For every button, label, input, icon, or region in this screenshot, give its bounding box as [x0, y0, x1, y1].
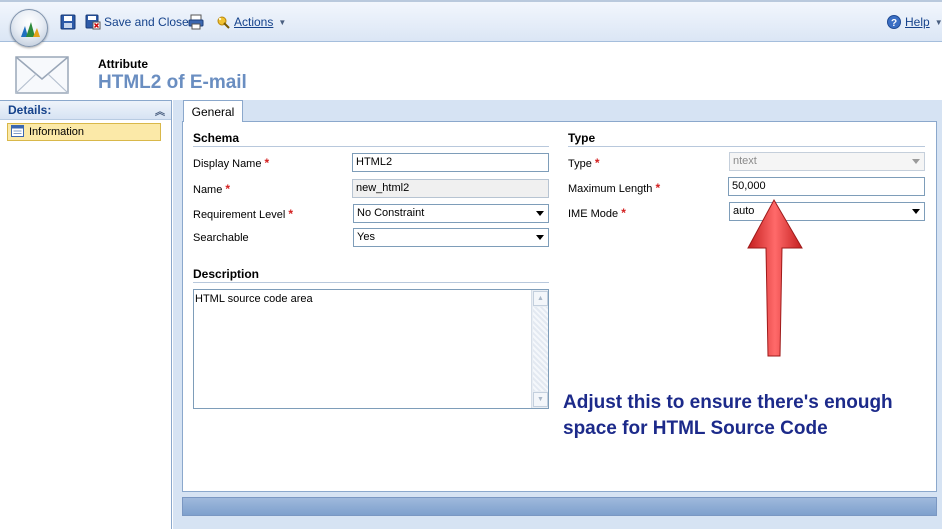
annotation-line-1: Adjust this to ensure there's enough — [563, 392, 893, 413]
red-arrow-annotation-icon — [747, 198, 803, 357]
searchable-select[interactable]: Yes — [353, 228, 549, 247]
required-marker: * — [264, 156, 270, 170]
double-chevron-up-icon[interactable]: ︽ — [155, 103, 165, 118]
print-icon — [188, 14, 204, 30]
nav-item-information-label: Information — [29, 126, 85, 138]
description-scrollbar[interactable]: ▲ ▼ — [531, 290, 548, 408]
details-section-header[interactable]: Details: ︽ — [0, 101, 171, 120]
scroll-track[interactable] — [533, 307, 548, 391]
details-section-label: Details: — [8, 103, 52, 117]
actions-menu-button[interactable]: Actions ▼ — [215, 13, 286, 31]
required-marker: * — [655, 181, 661, 195]
description-value: HTML source code area — [195, 293, 313, 305]
email-entity-icon — [14, 53, 70, 100]
required-marker: * — [621, 206, 626, 220]
ime-mode-label: IME Mode * — [568, 206, 626, 220]
annotation-line-2: space for HTML Source Code — [563, 418, 828, 439]
requirement-level-value: No Constraint — [357, 207, 425, 219]
scroll-up-icon[interactable]: ▲ — [533, 291, 548, 306]
searchable-label-text: Searchable — [193, 232, 249, 244]
type-section-title: Type — [568, 131, 596, 145]
form-icon — [11, 124, 24, 140]
help-label: Help — [905, 15, 930, 29]
record-title: HTML2 of E-mail — [98, 72, 247, 93]
name-value: new_html2 — [356, 182, 410, 194]
requirement-level-label: Requirement Level * — [193, 207, 293, 221]
maximum-length-input[interactable]: 50,000 — [728, 177, 925, 196]
name-label-text: Name — [193, 184, 223, 196]
actions-label: Actions — [234, 15, 274, 29]
type-value: ntext — [733, 155, 757, 167]
window-top-edge — [0, 0, 942, 2]
save-button[interactable] — [60, 13, 79, 31]
display-name-value: HTML2 — [356, 156, 393, 168]
maximum-length-value: 50,000 — [732, 180, 766, 192]
description-section-title: Description — [193, 267, 260, 281]
chevron-down-icon: ▼ — [934, 17, 942, 27]
dropdown-arrow-icon — [912, 159, 920, 164]
record-header: Attribute HTML2 of E-mail — [0, 43, 942, 100]
print-button[interactable] — [188, 13, 207, 31]
maximum-length-label: Maximum Length * — [568, 181, 660, 195]
scroll-down-icon[interactable]: ▼ — [533, 392, 548, 407]
help-menu-button[interactable]: ? Help ▼ — [886, 13, 942, 31]
type-section-divider — [568, 146, 925, 147]
save-and-close-label: Save and Close — [104, 15, 189, 29]
requirement-level-label-text: Requirement Level — [193, 209, 286, 221]
searchable-label: Searchable — [193, 232, 249, 244]
requirement-level-select[interactable]: No Constraint — [353, 204, 549, 223]
left-navigation: Details: ︽ Information — [0, 100, 172, 529]
dropdown-arrow-icon — [536, 235, 544, 240]
display-name-label-text: Display Name — [193, 158, 262, 170]
save-and-close-icon — [85, 14, 101, 30]
maximum-length-label-text: Maximum Length — [568, 183, 653, 195]
dropdown-arrow-icon — [536, 211, 544, 216]
save-icon — [60, 14, 76, 30]
actions-icon — [215, 14, 231, 30]
tab-general[interactable]: General — [183, 100, 243, 122]
annotation-text: Adjust this to ensure there's enough spa… — [563, 390, 933, 442]
required-marker: * — [594, 156, 600, 170]
searchable-value: Yes — [357, 231, 375, 243]
help-icon: ? — [886, 14, 902, 30]
required-marker: * — [288, 207, 294, 221]
type-select: ntext — [729, 152, 925, 171]
dropdown-arrow-icon — [912, 209, 920, 214]
chevron-down-icon: ▼ — [278, 17, 287, 27]
form-footer-bar — [182, 497, 937, 516]
dynamics-logo-icon — [21, 22, 40, 37]
schema-section-title: Schema — [193, 131, 240, 145]
save-and-close-button[interactable]: Save and Close — [85, 13, 189, 31]
description-textarea[interactable]: HTML source code area ▲ ▼ — [193, 289, 549, 409]
name-field: new_html2 — [352, 179, 549, 198]
required-marker: * — [225, 182, 231, 196]
schema-section-divider — [193, 146, 549, 147]
entity-type-label: Attribute — [98, 57, 148, 71]
display-name-label: Display Name * — [193, 156, 269, 170]
app-menu-button[interactable] — [10, 9, 48, 47]
svg-text:?: ? — [891, 18, 897, 29]
ime-mode-label-text: IME Mode — [568, 208, 619, 220]
description-section-divider — [193, 282, 549, 283]
command-bar: Save and Close Actions ▼ ? Help ▼ — [0, 0, 942, 42]
type-label-text: Type — [568, 158, 592, 170]
display-name-input[interactable]: HTML2 — [352, 153, 549, 172]
nav-item-information[interactable]: Information — [7, 123, 161, 141]
name-label: Name * — [193, 182, 230, 196]
type-label: Type * — [568, 156, 600, 170]
